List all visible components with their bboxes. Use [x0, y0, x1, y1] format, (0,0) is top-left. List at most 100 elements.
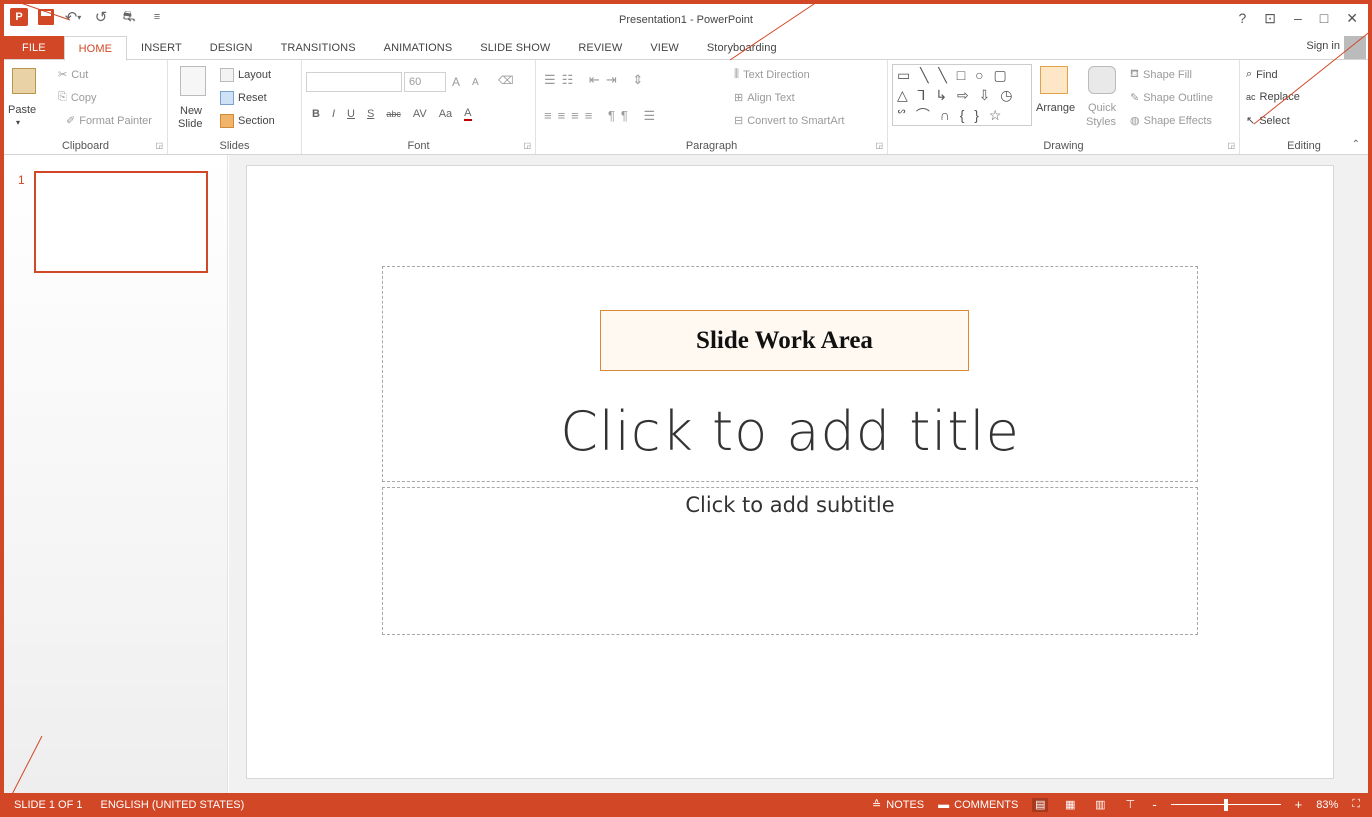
layout-icon	[220, 68, 234, 82]
close-icon[interactable]: ✕	[1346, 10, 1358, 27]
reset-label: Reset	[238, 92, 267, 104]
character-spacing-button[interactable]: AV	[413, 108, 427, 120]
shape-outline-button[interactable]: ✎ Shape Outline	[1130, 91, 1213, 105]
shapes-gallery[interactable]: ▭ ╲ ╲ □ ○ ▢ △ ⅂ ↳ ⇨ ⇩ ◷ ᔥ ⌒ ∩ { } ☆	[892, 64, 1032, 126]
font-color-button[interactable]: A	[464, 107, 472, 121]
reading-view-icon[interactable]: ▥	[1092, 798, 1108, 812]
change-case-button[interactable]: Aa	[439, 108, 452, 120]
paintbrush-icon: ✐	[66, 115, 76, 127]
font-group: 60 A A ⌫ B I U S abc AV Aa A Font ◲	[302, 60, 536, 154]
minimize-icon[interactable]: –	[1294, 10, 1302, 27]
tab-file[interactable]: FILE	[4, 36, 64, 60]
zoom-in-button[interactable]: +	[1295, 797, 1303, 812]
convert-smartart-button[interactable]: ⊟ Convert to SmartArt	[734, 114, 844, 128]
arrange-button[interactable]: Arrange	[1036, 102, 1075, 114]
comments-button[interactable]: ▬ COMMENTS	[938, 799, 1018, 811]
notes-label: NOTES	[886, 798, 925, 811]
text-direction-button[interactable]: ⫼ Text Direction	[734, 68, 810, 81]
font-launcher-icon[interactable]: ◲	[523, 141, 531, 150]
tab-design[interactable]: DESIGN	[196, 36, 267, 60]
tab-view[interactable]: VIEW	[636, 36, 693, 60]
quick-styles-icon[interactable]	[1088, 66, 1116, 94]
help-icon[interactable]: ?	[1238, 10, 1246, 27]
tab-insert[interactable]: INSERT	[127, 36, 196, 60]
ribbon-tabs: FILE HOME INSERT DESIGN TRANSITIONS ANIM…	[4, 36, 1368, 61]
format-painter-button[interactable]: ✐ Format Painter	[66, 114, 152, 128]
clipboard-group: Paste ▾ ✂ Cut ⎘ Copy ✐ Format Painter Clipb…	[4, 60, 168, 154]
tab-animations[interactable]: ANIMATIONS	[370, 36, 467, 60]
drawing-group: ▭ ╲ ╲ □ ○ ▢ △ ⅂ ↳ ⇨ ⇩ ◷ ᔥ ⌒ ∩ { } ☆ Arra…	[888, 60, 1240, 154]
clipboard-launcher-icon[interactable]: ◲	[155, 141, 163, 150]
tab-slide-show[interactable]: SLIDE SHOW	[466, 36, 564, 60]
shape-effects-button[interactable]: ◍ Shape Effects	[1130, 114, 1212, 128]
section-button[interactable]: Section	[220, 114, 275, 128]
window-controls: ? ⊡ – □ ✕	[1238, 10, 1358, 27]
align-text-button[interactable]: ⊞ Align Text	[734, 91, 795, 105]
quick-styles-line2[interactable]: Styles	[1086, 116, 1116, 128]
drawing-group-label: Drawing	[1043, 140, 1084, 152]
ribbon-display-options-icon[interactable]: ⊡	[1264, 10, 1276, 27]
font-size-box[interactable]: 60	[404, 72, 446, 92]
slide-thumbnail-number: 1	[18, 173, 25, 187]
editing-group-label: Editing	[1287, 140, 1321, 152]
grow-font-button[interactable]: A	[452, 75, 460, 89]
list-buttons[interactable]: ☰☷ ⇤⇥ ⇕	[544, 72, 649, 88]
clear-formatting-icon[interactable]: ⌫	[498, 74, 514, 87]
slide-show-view-icon[interactable]: ⊤	[1122, 798, 1138, 812]
find-label: Find	[1256, 68, 1278, 81]
slide-sorter-view-icon[interactable]: ▦	[1062, 798, 1078, 812]
alignment-buttons[interactable]: ≡≡≡≡ ¶¶ ☰	[544, 108, 661, 124]
title-placeholder-text[interactable]: Click to add title	[382, 400, 1198, 463]
cut-button[interactable]: ✂ Cut	[58, 68, 89, 82]
normal-view-icon[interactable]: ▤	[1032, 797, 1049, 812]
slides-group-label: Slides	[219, 140, 250, 152]
new-slide-button-line1[interactable]: New	[180, 105, 202, 117]
zoom-slider[interactable]	[1170, 798, 1281, 811]
zoom-slider-thumb[interactable]	[1223, 798, 1228, 811]
paragraph-launcher-icon[interactable]: ◲	[875, 141, 883, 150]
slide-thumbnail[interactable]	[34, 171, 208, 273]
notes-button[interactable]: ≙ NOTES	[872, 798, 925, 812]
replace-button[interactable]: ac Replace	[1246, 91, 1300, 103]
arrange-icon[interactable]	[1040, 66, 1068, 94]
shrink-font-button[interactable]: A	[472, 77, 479, 88]
zoom-out-button[interactable]: -	[1152, 797, 1156, 812]
zoom-level[interactable]: 83%	[1316, 799, 1338, 811]
new-slide-icon[interactable]	[180, 66, 206, 96]
select-button[interactable]: ↖ Select	[1246, 114, 1290, 128]
tab-transitions[interactable]: TRANSITIONS	[267, 36, 370, 60]
avatar[interactable]	[1344, 36, 1366, 60]
paste-icon[interactable]	[12, 68, 36, 94]
paste-dropdown-icon[interactable]: ▾	[16, 118, 20, 127]
font-name-box[interactable]	[306, 72, 402, 92]
maximize-icon[interactable]: □	[1320, 10, 1328, 27]
strikethrough-button[interactable]: abc	[386, 109, 401, 119]
quick-styles-line1[interactable]: Quick	[1088, 102, 1116, 114]
underline-button[interactable]: U	[347, 108, 355, 120]
fit-slide-icon[interactable]: ⛶	[1352, 798, 1360, 811]
reset-button[interactable]: Reset	[220, 91, 267, 105]
text-direction-label: Text Direction	[743, 68, 810, 81]
collapse-ribbon-icon[interactable]: ⌃	[1352, 139, 1360, 150]
shape-fill-label: Shape Fill	[1143, 69, 1192, 81]
language-status[interactable]: ENGLISH (UNITED STATES)	[100, 799, 244, 811]
paste-button[interactable]: Paste	[8, 104, 36, 116]
smartart-icon: ⊟	[734, 115, 744, 127]
layout-button[interactable]: Layout	[220, 68, 271, 82]
format-painter-label: Format Painter	[79, 114, 152, 127]
cut-label: Cut	[71, 68, 89, 81]
drawing-launcher-icon[interactable]: ◲	[1227, 141, 1235, 150]
copy-button[interactable]: ⎘ Copy	[58, 91, 97, 104]
new-slide-button-line2[interactable]: Slide	[178, 118, 202, 130]
italic-button[interactable]: I	[332, 108, 335, 120]
tab-home[interactable]: HOME	[63, 36, 128, 61]
bold-button[interactable]: B	[312, 108, 320, 120]
subtitle-placeholder-text[interactable]: Click to add subtitle	[382, 493, 1198, 517]
tab-storyboarding[interactable]: Storyboarding	[693, 36, 791, 60]
window-title: Presentation1 - PowerPoint	[619, 14, 753, 26]
shape-fill-button[interactable]: ⛾ Shape Fill	[1130, 68, 1192, 82]
tab-review[interactable]: REVIEW	[564, 36, 636, 60]
shadow-button[interactable]: S	[367, 108, 374, 120]
find-button[interactable]: ⌕ Find	[1246, 68, 1278, 81]
sign-in-link[interactable]: Sign in	[1306, 40, 1340, 52]
